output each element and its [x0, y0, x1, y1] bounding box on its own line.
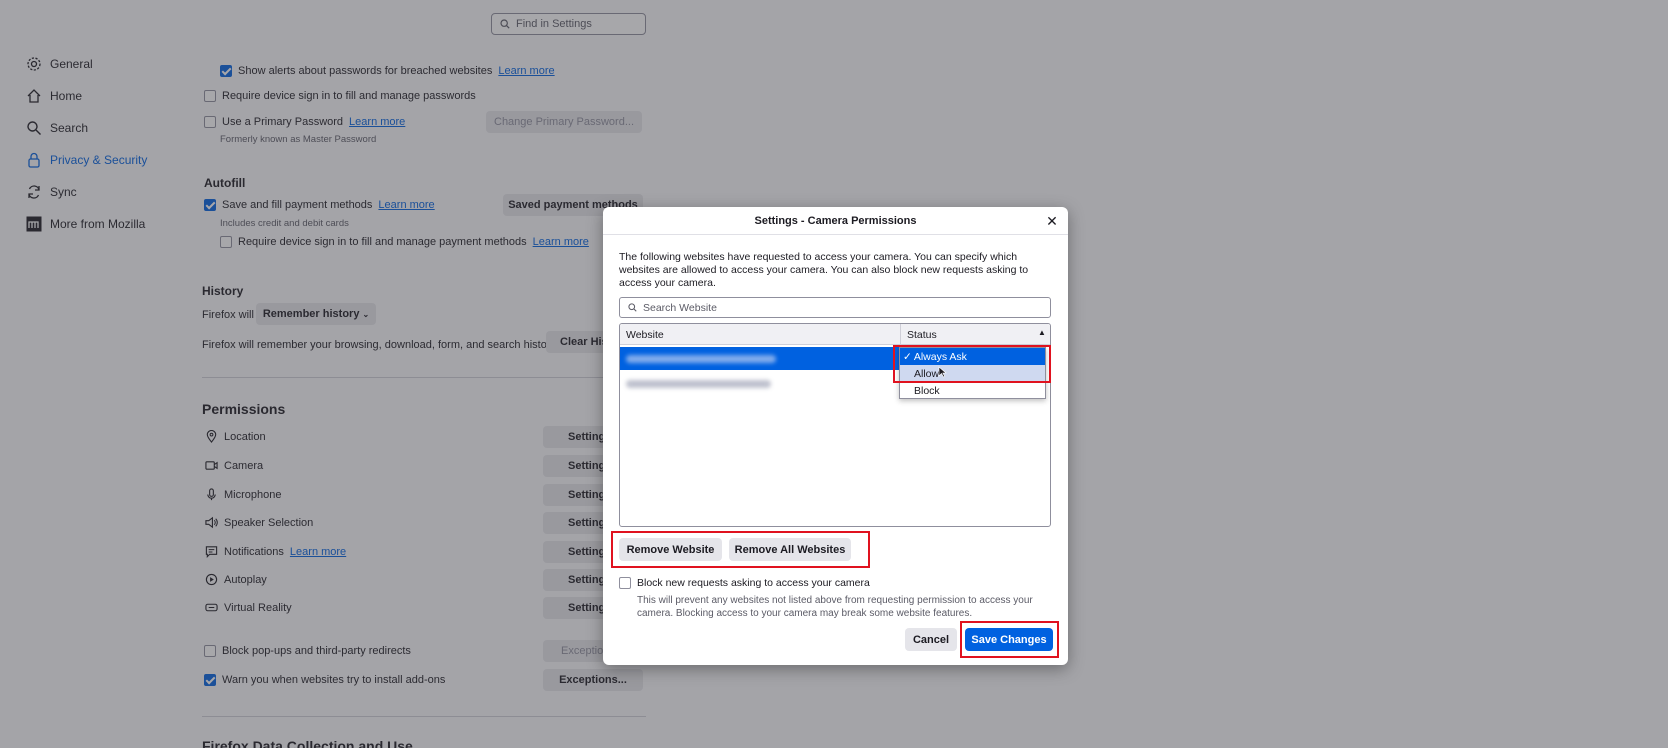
website-origin-redacted [626, 355, 776, 363]
remove-buttons-highlight [611, 531, 870, 568]
block-new-requests-row: Block new requests asking to access your… [619, 577, 870, 589]
column-header-website[interactable]: Website [626, 329, 664, 341]
status-option-label: Block [914, 384, 940, 397]
camera-permissions-dialog: Settings - Camera Permissions ✕ The foll… [603, 207, 1068, 665]
status-dropdown-highlight [893, 345, 1051, 383]
sort-ascending-icon: ▲ [1038, 328, 1046, 337]
close-icon[interactable]: ✕ [1044, 213, 1060, 229]
block-new-description: This will prevent any websites not liste… [637, 595, 1033, 619]
table-row[interactable] [620, 372, 900, 395]
table-row[interactable] [620, 347, 900, 370]
status-option-block[interactable]: Block [900, 382, 1045, 399]
column-header-status[interactable]: Status [907, 329, 937, 341]
website-search-placeholder: Search Website [643, 301, 717, 314]
search-icon [628, 303, 637, 312]
block-new-requests-checkbox[interactable] [619, 577, 631, 589]
website-search-input[interactable]: Search Website [619, 297, 1051, 318]
save-button-highlight [960, 621, 1059, 658]
cancel-button[interactable]: Cancel [905, 628, 957, 651]
block-new-requests-label: Block new requests asking to access your… [637, 577, 870, 589]
dialog-intro: The following websites have requested to… [619, 251, 1029, 289]
website-origin-redacted [626, 380, 771, 388]
dialog-title: Settings - Camera Permissions [603, 207, 1068, 235]
list-header [620, 324, 1050, 345]
column-divider [900, 324, 901, 345]
